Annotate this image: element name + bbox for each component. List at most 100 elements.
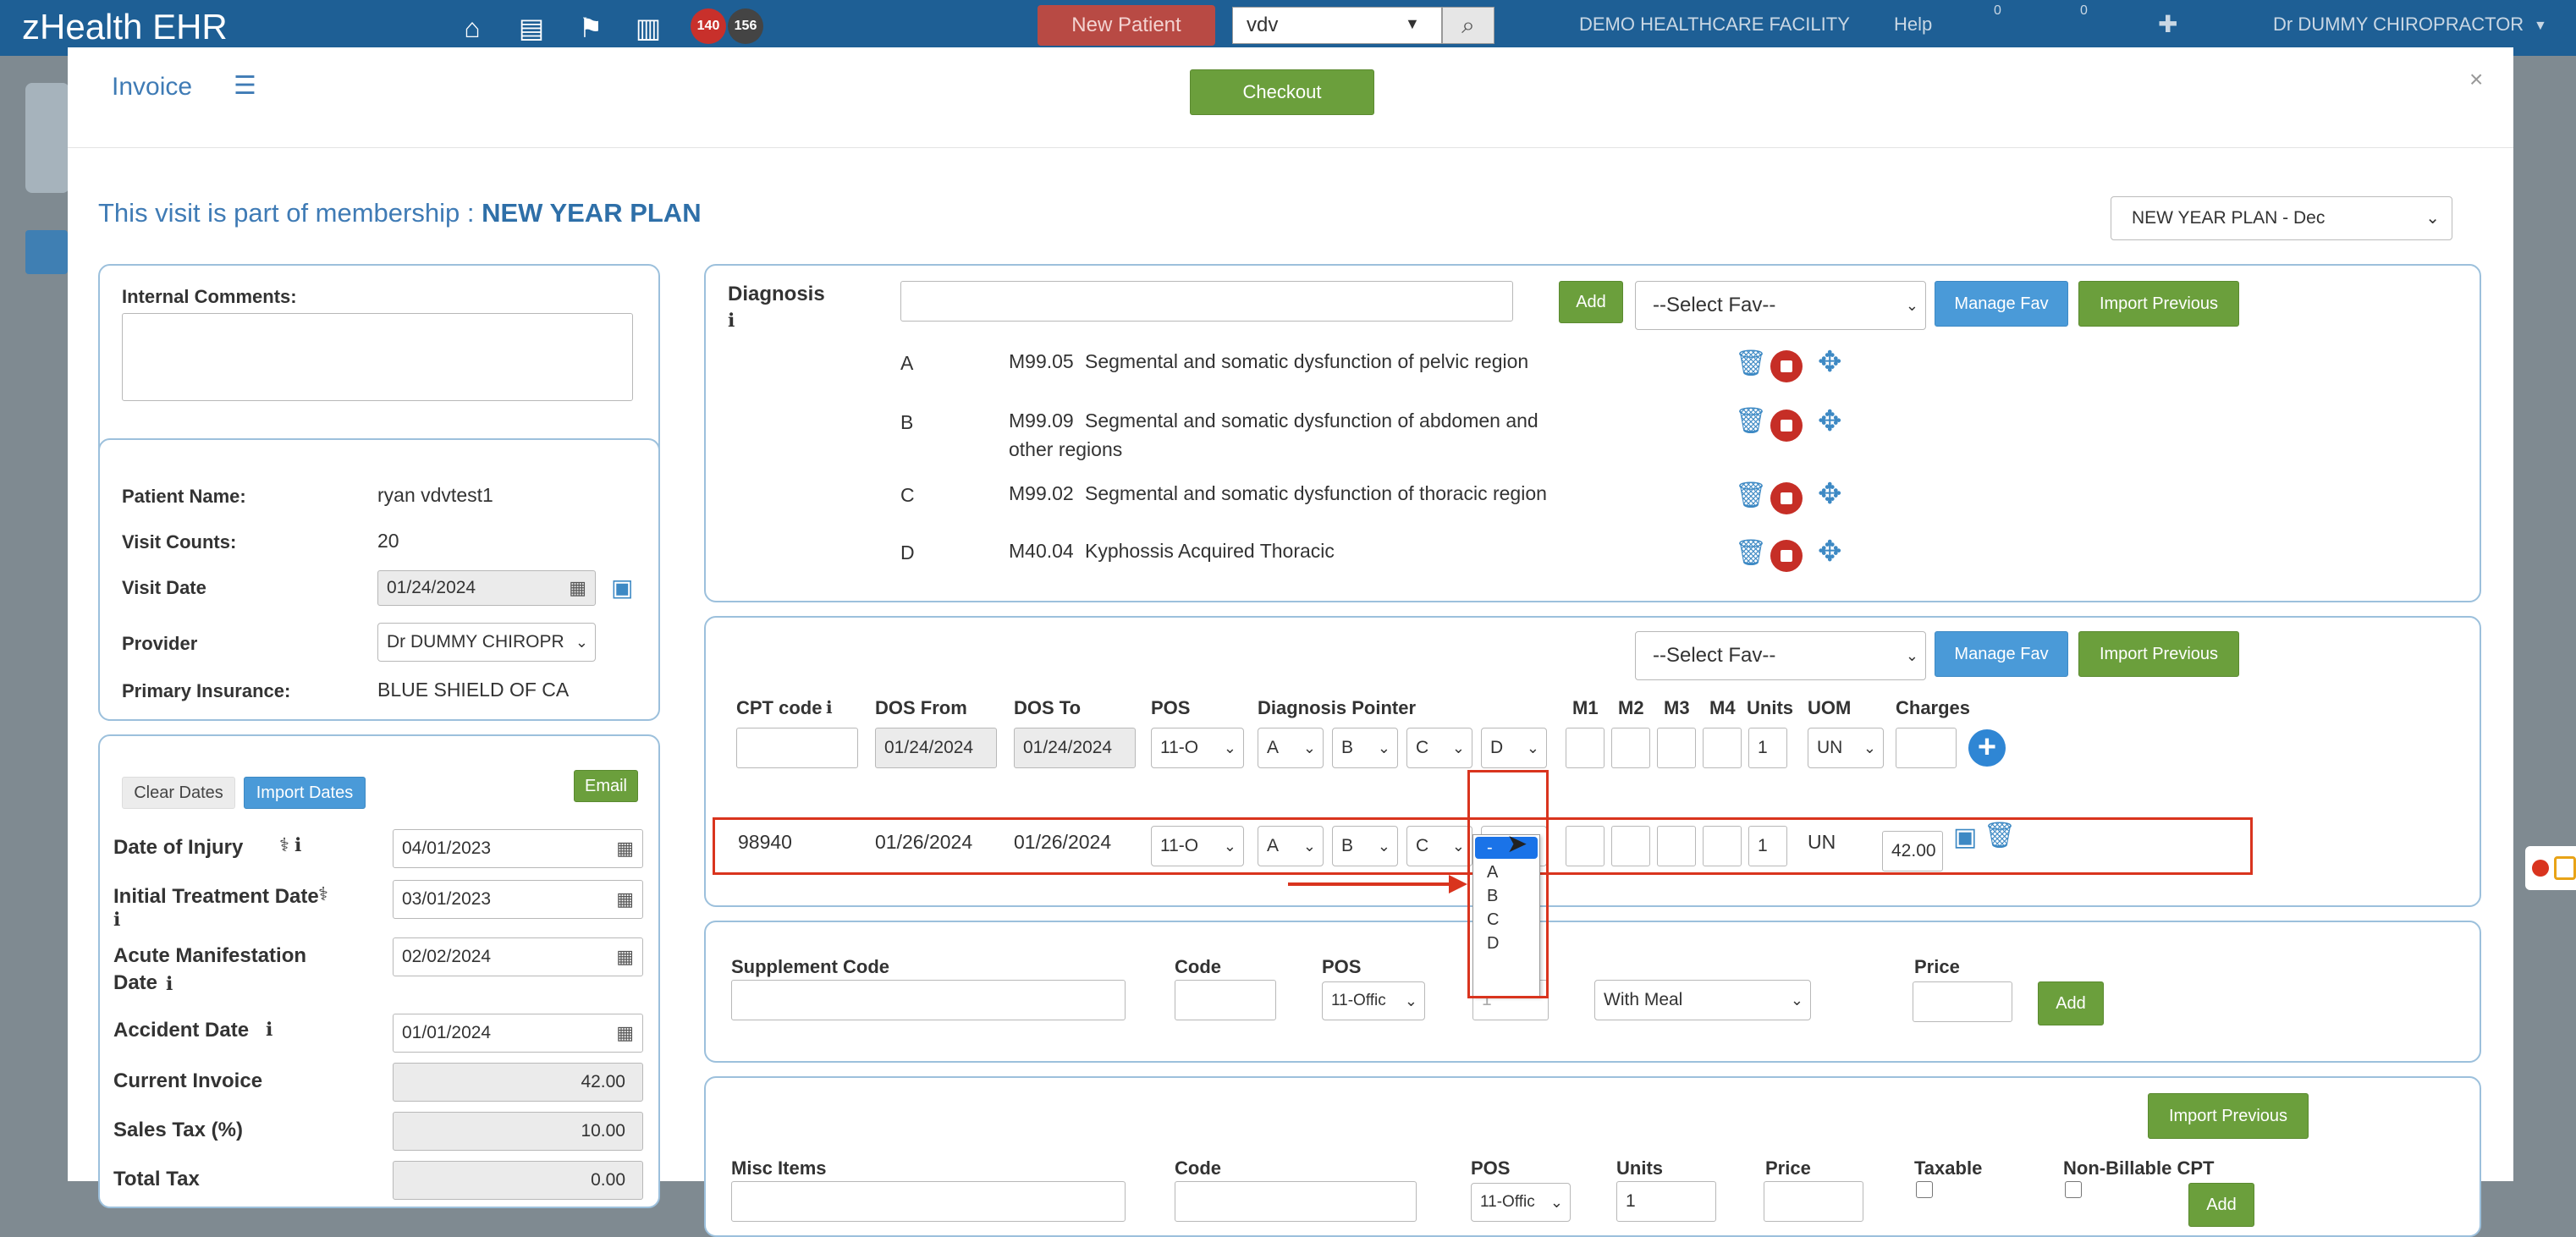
trash-icon[interactable]: 🗑	[1735, 406, 1767, 436]
new-patient-button[interactable]: New Patient	[1038, 5, 1215, 46]
misc-add-button[interactable]: Add	[2188, 1183, 2254, 1227]
pointer-1-select[interactable]: A ⌄	[1258, 826, 1324, 866]
m1-input[interactable]	[1566, 826, 1604, 866]
non-billable-checkbox[interactable]	[2065, 1181, 2082, 1198]
diagnosis-search-input[interactable]	[900, 281, 1513, 322]
clipboard-icon[interactable]: ▥	[633, 14, 663, 42]
misc-pos-select[interactable]: 11-Offic ⌄	[1471, 1183, 1571, 1222]
flag-icon[interactable]: ⚑	[575, 14, 606, 42]
help-link[interactable]: Help	[1894, 14, 1932, 36]
widget-icon[interactable]	[2554, 856, 2576, 880]
info-icon[interactable]: ℹ	[728, 310, 735, 332]
search-icon[interactable]: ⌕	[1442, 7, 1494, 44]
internal-comments-textarea[interactable]	[122, 313, 633, 401]
tasks-badge[interactable]: 156	[728, 8, 763, 44]
email-button[interactable]: Email	[574, 770, 638, 802]
pointer-3-select[interactable]: C ⌄	[1406, 728, 1472, 768]
initial-treatment-input[interactable]: 03/01/2023 ▦	[393, 880, 643, 919]
manage-fav-button[interactable]: Manage Fav	[1935, 631, 2068, 677]
m3-input[interactable]	[1657, 826, 1696, 866]
move-icon[interactable]: ✥	[1818, 477, 1842, 511]
move-icon[interactable]: ✥	[1818, 535, 1842, 569]
m2-input[interactable]	[1611, 728, 1650, 768]
acute-manifestation-input[interactable]: 02/02/2024 ▦	[393, 937, 643, 976]
trash-icon[interactable]: 🗑	[1735, 538, 1767, 568]
save-icon[interactable]: ▣	[1953, 822, 1977, 852]
floating-widget[interactable]	[2525, 846, 2576, 890]
pointer-4-select[interactable]: D⌄	[1481, 728, 1547, 768]
supplement-price-input[interactable]	[1913, 981, 2012, 1022]
import-previous-button[interactable]: Import Previous	[2148, 1093, 2309, 1139]
uom-select[interactable]: UN ⌄	[1808, 728, 1884, 768]
visit-date-input[interactable]: 01/24/2024 ▦	[377, 570, 596, 606]
app-brand[interactable]: zHealth EHR	[22, 7, 228, 47]
stop-icon[interactable]	[1770, 350, 1803, 382]
facility-name[interactable]: DEMO HEALTHCARE FACILITY	[1579, 14, 1850, 36]
misc-code-input[interactable]	[1175, 1181, 1417, 1222]
diagnosis-fav-select[interactable]: --Select Fav-- ⌄	[1635, 281, 1926, 330]
charges-input[interactable]	[1896, 728, 1957, 768]
import-previous-button[interactable]: Import Previous	[2078, 631, 2239, 677]
misc-units-input[interactable]: 1	[1616, 1181, 1716, 1222]
list-icon[interactable]: ☰	[234, 74, 262, 99]
trash-icon[interactable]: 🗑	[1984, 821, 2016, 850]
save-icon[interactable]: ▣	[611, 574, 633, 602]
misc-items-input[interactable]	[731, 1181, 1126, 1222]
clear-dates-button[interactable]: Clear Dates	[122, 777, 235, 809]
provider-select[interactable]: Dr DUMMY CHIROPR ⌄	[377, 623, 596, 662]
m4-input[interactable]	[1703, 826, 1742, 866]
misc-price-input[interactable]	[1764, 1181, 1863, 1222]
supplement-pos-select[interactable]: 11-Offic ⌄	[1322, 981, 1425, 1020]
caret-down-icon[interactable]: ▼	[2534, 19, 2547, 34]
units-input[interactable]: 1	[1748, 826, 1787, 866]
charges-input[interactable]: 42.00	[1882, 831, 1943, 871]
minus-icon[interactable]	[2532, 860, 2549, 877]
manage-fav-button[interactable]: Manage Fav	[1935, 281, 2068, 327]
meal-select[interactable]: With Meal ⌄	[1594, 980, 1811, 1020]
add-row-icon[interactable]: +	[1968, 729, 2006, 767]
cpt-fav-select[interactable]: --Select Fav-- ⌄	[1635, 631, 1926, 680]
home-icon[interactable]: ⌂	[457, 14, 487, 42]
dos-to-input[interactable]: 01/24/2024	[1014, 728, 1136, 768]
move-icon[interactable]: ✥	[1818, 404, 1842, 438]
membership-plan-select[interactable]: NEW YEAR PLAN - Dec ⌄	[2111, 196, 2452, 240]
import-dates-button[interactable]: Import Dates	[244, 777, 366, 809]
dos-from-input[interactable]: 01/24/2024	[875, 728, 997, 768]
move-icon[interactable]: ✥	[1818, 345, 1842, 379]
supplement-code-field[interactable]	[1175, 980, 1276, 1020]
stop-icon[interactable]	[1770, 482, 1803, 514]
trash-icon[interactable]: 🗑	[1735, 349, 1767, 378]
pointer-2-select[interactable]: B ⌄	[1332, 728, 1398, 768]
import-previous-button[interactable]: Import Previous	[2078, 281, 2239, 327]
checkout-button[interactable]: Checkout	[1190, 69, 1374, 115]
info-icon[interactable]: ℹ	[266, 1019, 272, 1041]
pos-select[interactable]: 11-O ⌄	[1151, 826, 1244, 866]
supplement-code-input[interactable]	[731, 980, 1126, 1020]
add-diagnosis-button[interactable]: Add	[1559, 281, 1623, 323]
add-user-icon[interactable]: ✚	[2158, 10, 2177, 38]
date-of-injury-input[interactable]: 04/01/2023 ▦	[393, 829, 643, 868]
m1-input[interactable]	[1566, 728, 1604, 768]
cpt-code-input[interactable]	[736, 728, 858, 768]
pointer-1-select[interactable]: A ⌄	[1258, 728, 1324, 768]
units-input[interactable]: 1	[1748, 728, 1787, 768]
user-menu[interactable]: Dr DUMMY CHIROPRACTOR	[2273, 14, 2524, 36]
alerts-badge[interactable]: 140	[691, 8, 726, 44]
m2-input[interactable]	[1611, 826, 1650, 866]
trash-icon[interactable]: 🗑	[1735, 481, 1767, 510]
accident-date-input[interactable]: 01/01/2024 ▦	[393, 1014, 643, 1053]
pointer-2-select[interactable]: B ⌄	[1332, 826, 1398, 866]
info-icon[interactable]: ℹ	[826, 697, 833, 718]
supplement-add-button[interactable]: Add	[2038, 981, 2104, 1025]
inbox-count[interactable]: 0	[1994, 3, 2001, 19]
sales-tax-input[interactable]: 10.00	[393, 1112, 643, 1151]
info-icon[interactable]: ℹ	[166, 973, 173, 995]
basket-icon[interactable]: ▤	[516, 14, 547, 42]
close-icon[interactable]: ×	[2469, 66, 2483, 93]
pos-select[interactable]: 11-O ⌄	[1151, 728, 1244, 768]
pointer-3-select[interactable]: C ⌄	[1406, 826, 1472, 866]
stop-icon[interactable]	[1770, 410, 1803, 442]
stop-icon[interactable]	[1770, 540, 1803, 572]
info-icon[interactable]: ℹ	[113, 909, 120, 931]
taxable-checkbox[interactable]	[1916, 1181, 1933, 1198]
